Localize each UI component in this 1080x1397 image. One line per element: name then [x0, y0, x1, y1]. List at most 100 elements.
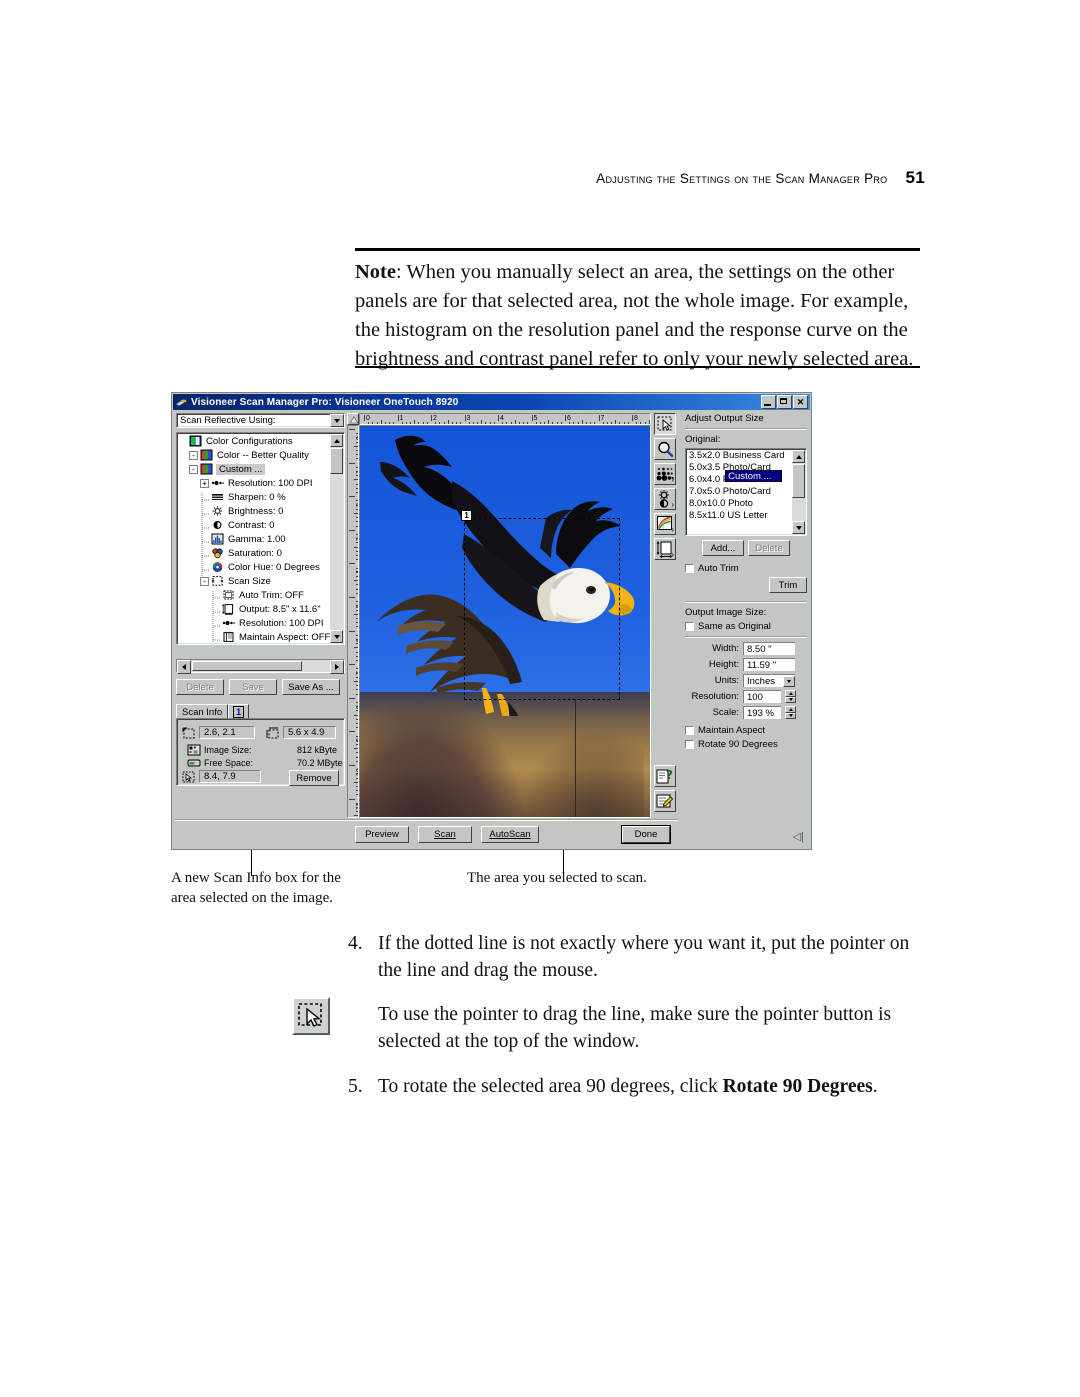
add-preset-button[interactable]: Add... — [702, 540, 744, 556]
save-as-config-button[interactable]: Save As ... — [282, 679, 340, 695]
rotate-90-row[interactable]: Rotate 90 Degrees — [685, 739, 807, 750]
ruler-tick-label: 8 — [634, 415, 638, 422]
listbox-scroll-up-button[interactable] — [792, 450, 805, 463]
hscroll-thumb[interactable] — [192, 661, 302, 671]
size-preset-option[interactable]: 7.0x5.0 Photo/Card — [687, 486, 793, 498]
ruler-minor-tick — [354, 714, 358, 716]
listbox-scrollbar[interactable] — [792, 450, 805, 534]
zoom-tool-button[interactable] — [654, 438, 676, 460]
output-size-icon — [222, 603, 235, 615]
close-button[interactable]: ✕ — [793, 395, 808, 409]
scroll-thumb[interactable] — [330, 448, 343, 474]
image-size-row: Image Size: 812 kByte — [187, 744, 337, 756]
delete-config-button[interactable]: Delete — [176, 679, 224, 695]
resolution-input[interactable]: 100 — [743, 690, 781, 703]
tree-item[interactable]: Contrast: 0 — [178, 518, 330, 535]
ruler-minor-tick — [606, 422, 608, 424]
done-button[interactable]: Done — [622, 826, 670, 843]
selection-rectangle[interactable] — [464, 517, 620, 700]
same-as-original-row[interactable]: Same as Original — [685, 621, 807, 632]
tree-item[interactable]: Color Configurations — [178, 434, 330, 448]
resolution-stepper[interactable] — [785, 690, 796, 703]
collapse-icon[interactable]: - — [200, 576, 209, 586]
size-preset-option[interactable]: 8.5x11.0 US Letter — [687, 510, 793, 522]
tab-scan-info[interactable]: Scan Info — [176, 704, 229, 719]
units-select[interactable]: Inches — [743, 674, 795, 687]
scroll-down-button[interactable] — [330, 630, 343, 643]
size-preset-option[interactable]: Custom ... — [725, 469, 782, 482]
expand-icon[interactable]: + — [200, 478, 209, 488]
maximize-button[interactable] — [777, 395, 792, 409]
tree-item[interactable]: Resolution: 100 DPI — [178, 616, 330, 633]
tab-selection-1[interactable]: 1 — [228, 704, 250, 719]
minimize-button[interactable] — [761, 395, 776, 409]
auto-trim-row[interactable]: Auto Trim — [685, 563, 807, 574]
trim-button[interactable]: Trim — [769, 577, 807, 593]
maintain-aspect-checkbox[interactable] — [685, 726, 694, 735]
tree-item[interactable]: Saturation: 0 — [178, 546, 330, 563]
resolution-tool-button[interactable]: › — [654, 463, 676, 485]
rotate-90-checkbox[interactable] — [685, 740, 694, 749]
tree-horizontal-scrollbar[interactable] — [176, 659, 345, 674]
size-presets-listbox[interactable]: Custom ... 3.5x2.0 Business Card 5.0x3.5 P… — [685, 448, 807, 536]
note-rule-top — [355, 248, 920, 251]
svg-text:?: ? — [666, 768, 673, 782]
ruler-minor-tick — [502, 422, 504, 424]
stepper-down-icon[interactable] — [785, 712, 796, 719]
same-as-original-checkbox[interactable] — [685, 622, 694, 631]
tree-item[interactable]: Sharpen: 0 % — [178, 490, 330, 507]
preview-canvas[interactable]: 1 — [359, 425, 651, 818]
notes-tool-button[interactable] — [654, 790, 676, 812]
remove-selection-button[interactable]: Remove — [289, 770, 339, 786]
color-curve-tool-button[interactable]: › — [654, 513, 676, 535]
tree-item-label: Color -- Better Quality — [217, 449, 309, 461]
size-preset-option[interactable]: 3.5x2.0 Business Card — [687, 450, 793, 462]
tree-rows: Color Configurations - Color -- Better Qua… — [178, 434, 330, 643]
tree-item[interactable]: Output: 8.5" x 11.6" — [178, 602, 330, 619]
stepper-down-icon[interactable] — [785, 696, 796, 703]
scale-input[interactable]: 193 % — [743, 706, 781, 719]
autoscan-button[interactable]: AutoScan — [481, 826, 539, 843]
auto-trim-checkbox[interactable] — [685, 564, 694, 573]
ruler-major-tick — [431, 415, 432, 421]
ruler-minor-tick — [356, 651, 358, 653]
tree-item[interactable]: Gamma: 1.00 — [178, 532, 330, 549]
tree-vertical-scrollbar[interactable] — [330, 434, 343, 643]
tree-item[interactable]: Brightness: 0 — [178, 504, 330, 521]
pointer-select-tool-button[interactable] — [654, 413, 676, 435]
maintain-aspect-row[interactable]: Maintain Aspect — [685, 725, 807, 736]
tree-item[interactable]: Auto Trim: OFF — [178, 588, 330, 605]
tree-item[interactable]: - Color -- Better Quality — [178, 448, 330, 462]
output-size-tool-button[interactable]: › — [654, 538, 676, 560]
help-tool-button[interactable]: ? — [654, 765, 676, 787]
scan-source-combo[interactable]: Scan Reflective Using: — [176, 413, 345, 428]
scale-stepper[interactable] — [785, 706, 796, 719]
collapse-icon[interactable]: - — [189, 464, 198, 474]
width-input[interactable]: 8.50 " — [743, 642, 795, 655]
scroll-up-button[interactable] — [330, 434, 343, 447]
ruler-minor-tick — [356, 685, 358, 687]
tree-item[interactable]: Color Hue: 0 Degrees — [178, 560, 330, 577]
hscroll-left-button[interactable] — [177, 660, 191, 674]
tree-item[interactable]: - Scan Size — [178, 574, 330, 588]
configuration-tree[interactable]: Color Configurations - Color -- Better Qua… — [176, 432, 345, 645]
hscroll-right-button[interactable] — [330, 660, 344, 674]
height-input[interactable]: 11.59 " — [743, 658, 795, 671]
listbox-scroll-down-button[interactable] — [792, 521, 805, 534]
delete-preset-button[interactable]: Delete — [748, 540, 790, 556]
chevron-down-icon[interactable] — [783, 675, 795, 687]
brightness-contrast-tool-button[interactable]: › — [654, 488, 676, 510]
preview-button[interactable]: Preview — [355, 826, 409, 843]
collapse-icon[interactable]: - — [189, 450, 198, 460]
save-config-button[interactable]: Save — [229, 679, 277, 695]
size-preset-option[interactable]: 8.0x10.0 Photo — [687, 498, 793, 510]
ruler-minor-tick — [354, 580, 358, 582]
listbox-scroll-thumb[interactable] — [792, 464, 805, 498]
step-pointer-note-text: To use the pointer to drag the line, mak… — [378, 1003, 892, 1052]
tree-item[interactable]: - Custom ... — [178, 462, 330, 476]
tree-item[interactable]: Maintain Aspect: OFF — [178, 630, 330, 643]
window-titlebar[interactable]: Visioneer Scan Manager Pro: Visioneer On… — [173, 394, 810, 410]
scan-button[interactable]: Scan — [418, 826, 472, 843]
tree-item[interactable]: + Resolution: 100 DPI — [178, 476, 330, 490]
chevron-down-icon[interactable] — [330, 414, 344, 427]
